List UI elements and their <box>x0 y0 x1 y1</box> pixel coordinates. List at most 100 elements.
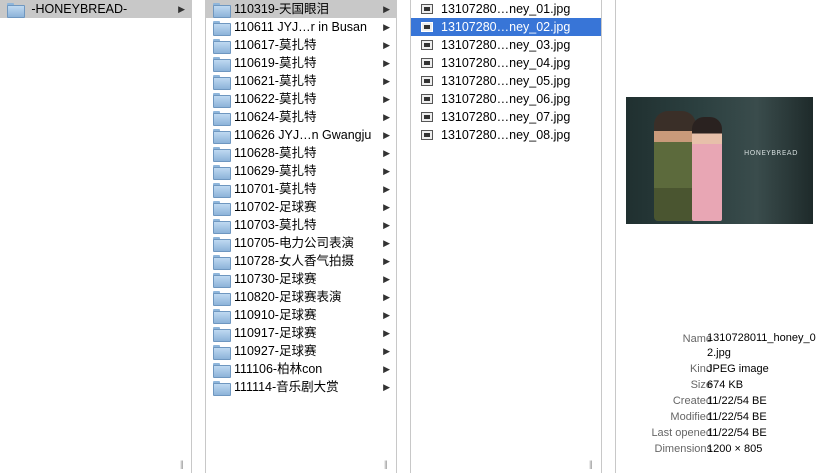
column-folders[interactable]: 110319-天国眼泪 ▶ 110611 JYJ…r in Busan ▶ 1106… <box>205 0 397 473</box>
disclosure-arrow-icon: ▶ <box>383 364 390 374</box>
folder-row[interactable]: 110622-莫扎特 ▶ <box>206 90 396 108</box>
file-row-selected[interactable]: 13107280…ney_02.jpg <box>411 18 601 36</box>
file-row[interactable]: 13107280…ney_04.jpg <box>411 54 601 72</box>
file-row[interactable]: 13107280…ney_07.jpg <box>411 108 601 126</box>
file-label: 13107280…ney_01.jpg <box>441 2 571 16</box>
disclosure-arrow-icon: ▶ <box>383 76 390 86</box>
folder-label: 111114-音乐剧大赏 <box>234 380 339 394</box>
file-label: 13107280…ney_02.jpg <box>441 20 571 34</box>
folder-row[interactable]: 111114-音乐剧大赏 ▶ <box>206 378 396 396</box>
folder-label: 110927-足球赛 <box>234 344 317 358</box>
folder-row[interactable]: 110319-天国眼泪 ▶ <box>206 0 396 18</box>
folder-row[interactable]: 110730-足球赛 ▶ <box>206 270 396 288</box>
folder-icon <box>213 75 231 90</box>
folder-label: 110611 JYJ…r in Busan <box>234 20 367 34</box>
folder-icon <box>213 201 231 216</box>
file-label: 13107280…ney_08.jpg <box>441 128 571 142</box>
folder-label: 110629-莫扎特 <box>234 164 317 178</box>
file-row[interactable]: 13107280…ney_06.jpg <box>411 90 601 108</box>
folder-icon <box>213 57 231 72</box>
column-resize-handle[interactable]: || <box>589 459 593 469</box>
info-created: Created 11/22/54 BE <box>616 393 823 409</box>
folder-label: 110728-女人香气拍摄 <box>234 254 354 268</box>
folder-label: 110703-莫扎特 <box>234 218 317 232</box>
folder-row[interactable]: 110619-莫扎特 ▶ <box>206 54 396 72</box>
folder-icon <box>213 255 231 270</box>
folder-icon <box>213 93 231 108</box>
preview-figure-man <box>654 111 696 221</box>
folder-row[interactable]: 110705-电力公司表演 ▶ <box>206 234 396 252</box>
folder-row[interactable]: 110621-莫扎特 ▶ <box>206 72 396 90</box>
folder-honeybread[interactable]: -HONEYBREAD- ▶ <box>0 0 191 18</box>
disclosure-arrow-icon: ▶ <box>383 40 390 50</box>
disclosure-arrow-icon: ▶ <box>383 220 390 230</box>
folder-label: 110622-莫扎特 <box>234 92 317 106</box>
folder-icon <box>213 291 231 306</box>
disclosure-arrow-icon: ▶ <box>383 274 390 284</box>
disclosure-arrow-icon: ▶ <box>383 4 390 14</box>
info-value: 674 KB <box>707 379 744 391</box>
preview-image[interactable]: HONEYBREAD <box>626 97 813 224</box>
folder-label: 110730-足球赛 <box>234 272 317 286</box>
disclosure-arrow-icon: ▶ <box>383 58 390 68</box>
folder-label: 110621-莫扎特 <box>234 74 317 88</box>
column-resize-handle[interactable]: || <box>384 459 388 469</box>
info-value: 11/22/54 BE <box>707 411 767 423</box>
folder-row[interactable]: 110617-莫扎特 ▶ <box>206 36 396 54</box>
folder-row[interactable]: 110701-莫扎特 ▶ <box>206 180 396 198</box>
file-label: 13107280…ney_05.jpg <box>441 74 571 88</box>
file-label: 13107280…ney_07.jpg <box>441 110 571 124</box>
folder-icon <box>213 237 231 252</box>
folder-label: 110705-电力公司表演 <box>234 236 354 250</box>
info-value: 1200 × 805 <box>707 443 763 455</box>
file-info: Name 1310728011_honey_02.jpg Kind JPEG i… <box>616 331 823 457</box>
file-row[interactable]: 13107280…ney_05.jpg <box>411 72 601 90</box>
image-file-icon <box>421 22 433 32</box>
image-file-icon <box>421 4 433 14</box>
preview-pane: HONEYBREAD Name 1310728011_honey_02.jpg … <box>615 0 823 473</box>
info-last-opened: Last opened 11/22/54 BE <box>616 425 823 441</box>
folder-row[interactable]: 110728-女人香气拍摄 ▶ <box>206 252 396 270</box>
file-row[interactable]: 13107280…ney_03.jpg <box>411 36 601 54</box>
folder-row[interactable]: 110702-足球赛 ▶ <box>206 198 396 216</box>
folder-icon <box>213 309 231 324</box>
column-root[interactable]: -HONEYBREAD- ▶ || <box>0 0 192 473</box>
file-label: 13107280…ney_06.jpg <box>441 92 571 106</box>
folder-row[interactable]: 110927-足球赛 ▶ <box>206 342 396 360</box>
info-key: Dimensions <box>654 443 712 455</box>
folder-row[interactable]: 111106-柏林con ▶ <box>206 360 396 378</box>
folder-icon <box>213 3 231 18</box>
folder-row[interactable]: 110910-足球赛 ▶ <box>206 306 396 324</box>
folder-row[interactable]: 110628-莫扎特 ▶ <box>206 144 396 162</box>
folder-label: -HONEYBREAD- <box>31 2 128 16</box>
disclosure-arrow-icon: ▶ <box>383 148 390 158</box>
folder-row[interactable]: 110703-莫扎特 ▶ <box>206 216 396 234</box>
disclosure-arrow-icon: ▶ <box>383 94 390 104</box>
info-size: Size 674 KB <box>616 377 823 393</box>
folder-row[interactable]: 110820-足球赛表演 ▶ <box>206 288 396 306</box>
folder-label: 110619-莫扎特 <box>234 56 317 70</box>
folder-row[interactable]: 110624-莫扎特 ▶ <box>206 108 396 126</box>
info-name: Name 1310728011_honey_02.jpg <box>616 331 823 361</box>
info-dimensions: Dimensions 1200 × 805 <box>616 441 823 457</box>
folder-icon <box>213 129 231 144</box>
disclosure-arrow-icon: ▶ <box>383 238 390 248</box>
folder-row[interactable]: 110611 JYJ…r in Busan ▶ <box>206 18 396 36</box>
folder-label: 110910-足球赛 <box>234 308 317 322</box>
folder-label: 110319-天国眼泪 <box>234 2 329 16</box>
info-key: Modified <box>670 411 712 423</box>
column-files[interactable]: 13107280…ney_01.jpg 13107280…ney_02.jpg … <box>410 0 602 473</box>
file-row[interactable]: 13107280…ney_08.jpg <box>411 126 601 144</box>
disclosure-arrow-icon: ▶ <box>383 202 390 212</box>
folder-row[interactable]: 110626 JYJ…n Gwangju ▶ <box>206 126 396 144</box>
file-row[interactable]: 13107280…ney_01.jpg <box>411 0 601 18</box>
folder-label: 110628-莫扎特 <box>234 146 317 160</box>
folder-row[interactable]: 110917-足球赛 ▶ <box>206 324 396 342</box>
folder-label: 110624-莫扎特 <box>234 110 317 124</box>
info-value: 11/22/54 BE <box>707 395 767 407</box>
folder-row[interactable]: 110629-莫扎特 ▶ <box>206 162 396 180</box>
image-file-icon <box>421 58 433 68</box>
column-resize-handle[interactable]: || <box>180 459 184 469</box>
image-file-icon <box>421 94 433 104</box>
folder-icon <box>213 147 231 162</box>
